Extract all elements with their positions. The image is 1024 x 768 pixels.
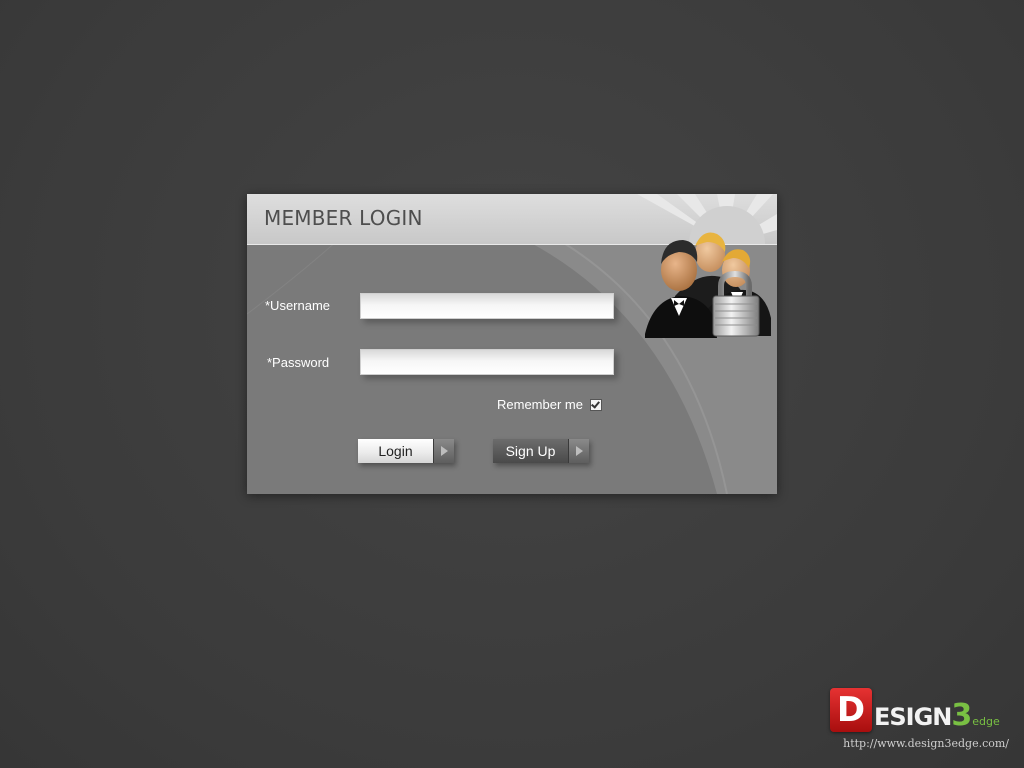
page-background: MEMBER LOGIN *Username *Password Remembe… [0, 0, 1024, 768]
play-arrow-icon [568, 439, 589, 463]
login-panel: MEMBER LOGIN *Username *Password Remembe… [247, 194, 777, 494]
signup-button[interactable]: Sign Up [493, 439, 589, 463]
remember-me-row: Remember me [497, 397, 602, 412]
login-button-label: Login [358, 439, 433, 463]
play-arrow-icon [433, 439, 454, 463]
signup-button-label: Sign Up [493, 439, 568, 463]
username-label: *Username [265, 298, 331, 313]
password-input[interactable] [360, 349, 614, 375]
page-title: MEMBER LOGIN [264, 206, 423, 230]
logo-suffix: edge [972, 715, 1000, 728]
username-input[interactable] [360, 293, 614, 319]
logo-text: ESIGN [874, 703, 952, 731]
users-lock-icon [645, 232, 771, 338]
remember-me-label: Remember me [497, 397, 583, 412]
password-label: *Password [267, 355, 330, 370]
remember-me-checkbox[interactable] [589, 398, 602, 411]
logo-number: 3 [951, 698, 972, 733]
logo-letter: D [830, 688, 872, 732]
design3edge-logo: D ESIGN3edge [828, 686, 1014, 736]
watermark-url: http://www.design3edge.com/ [843, 737, 1009, 750]
login-button[interactable]: Login [358, 439, 454, 463]
logo-wordmark: ESIGN3edge [874, 698, 1000, 733]
